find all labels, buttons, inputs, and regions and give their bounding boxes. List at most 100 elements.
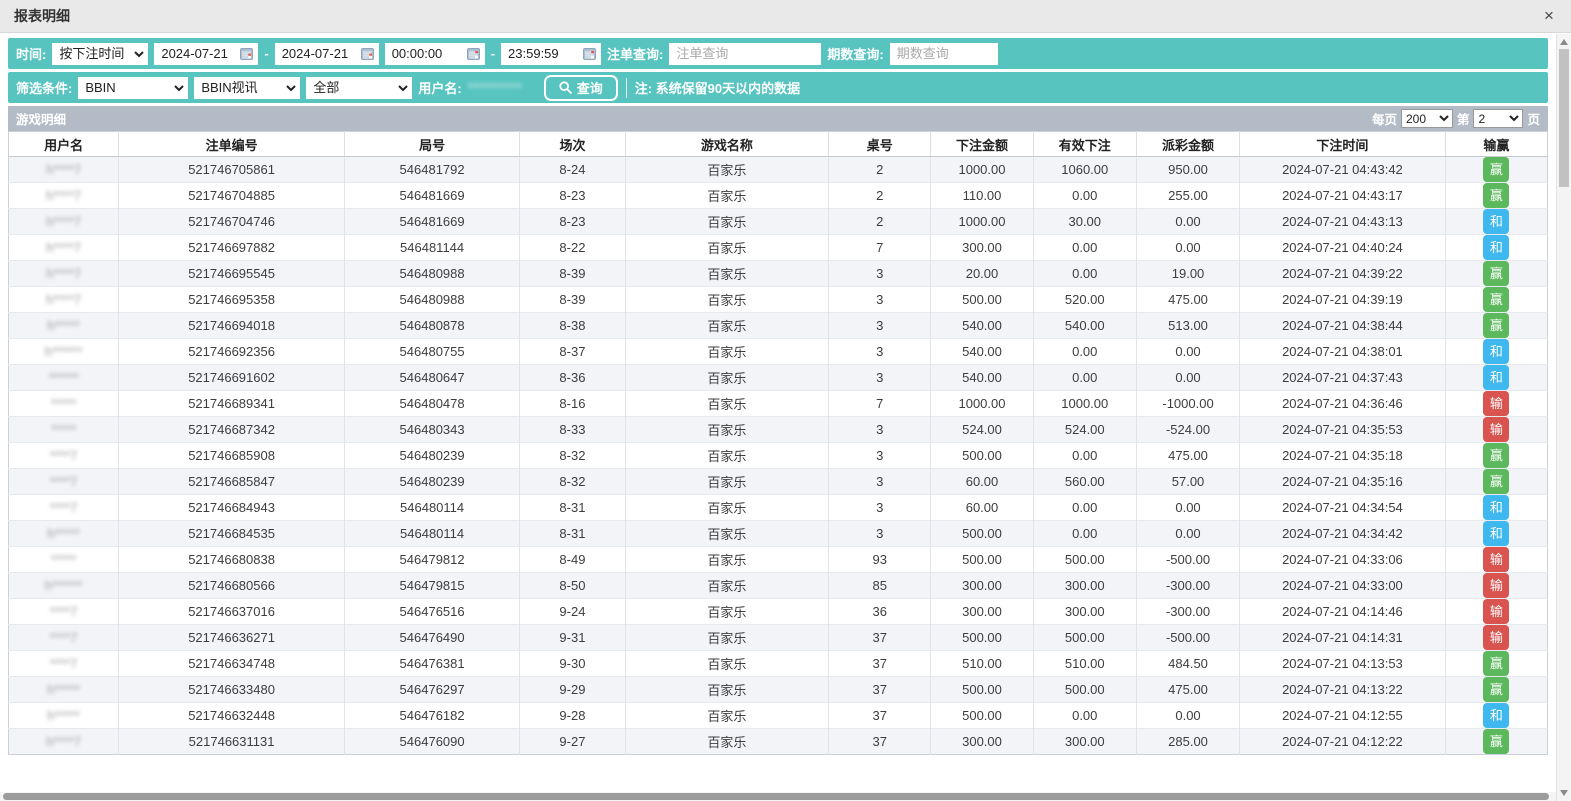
result-badge: 赢: [1483, 261, 1509, 286]
cell-table-number: 3: [829, 287, 931, 313]
col-username: 用户名: [9, 132, 119, 157]
platform-select[interactable]: BBIN: [78, 77, 188, 99]
cell-bet-time: 2024-07-21 04:12:22: [1240, 729, 1446, 755]
vertical-scrollbar[interactable]: [1556, 34, 1571, 801]
cell-game-name: 百家乐: [625, 651, 829, 677]
cell-session: 8-31: [520, 521, 625, 547]
calendar-icon[interactable]: [361, 47, 374, 60]
cell-payout: 285.00: [1136, 729, 1239, 755]
time-from-input[interactable]: [392, 46, 464, 61]
time-label: 时间:: [16, 44, 46, 63]
cell-valid-bet: 0.00: [1033, 521, 1136, 547]
cell-valid-bet: 560.00: [1033, 469, 1136, 495]
vertical-scrollbar-thumb[interactable]: [1559, 49, 1569, 187]
calendar-icon[interactable]: [583, 47, 596, 60]
cell-payout: 475.00: [1136, 677, 1239, 703]
table-row: ****7 521746685847 546480239 8-32 百家乐 3 …: [9, 469, 1548, 495]
horizontal-scrollbar-thumb[interactable]: [3, 793, 1549, 800]
date-to-field[interactable]: [275, 43, 379, 65]
cell-game-name: 百家乐: [625, 157, 829, 183]
date-from-field[interactable]: [154, 43, 258, 65]
cell-username: h****7: [9, 261, 119, 287]
table-row: ****7 521746684943 546480114 8-31 百家乐 3 …: [9, 495, 1548, 521]
date-from-input[interactable]: [161, 46, 237, 61]
time-to-input[interactable]: [508, 46, 580, 61]
date-to-input[interactable]: [282, 46, 358, 61]
cell-bet-number: 521746689341: [119, 391, 345, 417]
bet-query-field[interactable]: [669, 43, 821, 65]
close-icon[interactable]: ×: [1539, 6, 1559, 26]
section-title: 游戏明细: [16, 109, 66, 128]
result-badge: 赢: [1483, 157, 1509, 182]
search-button[interactable]: 查询: [544, 75, 618, 101]
calendar-icon[interactable]: [467, 47, 480, 60]
col-round-number: 局号: [344, 132, 519, 157]
cell-payout: 0.00: [1136, 521, 1239, 547]
cell-valid-bet: 0.00: [1033, 339, 1136, 365]
game-type-select[interactable]: 全部: [306, 77, 412, 99]
cell-session: 8-36: [520, 365, 625, 391]
cell-valid-bet: 0.00: [1033, 183, 1136, 209]
cell-bet-number: 521746684943: [119, 495, 345, 521]
cell-bet-time: 2024-07-21 04:34:54: [1240, 495, 1446, 521]
cell-session: 8-23: [520, 209, 625, 235]
cell-round-number: 546476297: [344, 677, 519, 703]
result-badge: 赢: [1483, 651, 1509, 676]
cell-table-number: 37: [829, 651, 931, 677]
result-badge: 赢: [1483, 729, 1509, 754]
cell-bet-amount: 540.00: [931, 339, 1033, 365]
report-panel: 时间: 按下注时间 - - 注单查询: 期数查询: 筛选条件:: [0, 34, 1556, 792]
time-to-field[interactable]: [501, 43, 601, 65]
cell-valid-bet: 0.00: [1033, 235, 1136, 261]
search-button-label: 查询: [577, 78, 603, 97]
cell-valid-bet: 500.00: [1033, 677, 1136, 703]
page-select[interactable]: 2: [1473, 109, 1523, 128]
cell-payout: 0.00: [1136, 703, 1239, 729]
cell-game-name: 百家乐: [625, 183, 829, 209]
table-header-row: 用户名 注单编号 局号 场次 游戏名称 桌号 下注金额 有效下注 派彩金额 下注…: [9, 132, 1548, 157]
cell-valid-bet: 500.00: [1033, 547, 1136, 573]
period-query-input[interactable]: [897, 46, 993, 61]
time-from-field[interactable]: [385, 43, 485, 65]
per-page-select[interactable]: 200: [1401, 109, 1453, 128]
category-select[interactable]: BBIN视讯: [194, 77, 300, 99]
scroll-up-arrow-icon[interactable]: [1560, 39, 1568, 45]
cell-game-name: 百家乐: [625, 573, 829, 599]
cell-payout: -300.00: [1136, 599, 1239, 625]
cell-bet-amount: 500.00: [931, 703, 1033, 729]
horizontal-scrollbar[interactable]: [0, 792, 1556, 801]
calendar-icon[interactable]: [240, 47, 253, 60]
scroll-down-arrow-icon[interactable]: [1560, 790, 1568, 796]
cell-bet-number: 521746636271: [119, 625, 345, 651]
cell-bet-number: 521746637016: [119, 599, 345, 625]
retention-note: 注: 系统保留90天以内的数据: [635, 78, 800, 97]
cell-table-number: 3: [829, 261, 931, 287]
table-row: h****** 521746692356 546480755 8-37 百家乐 …: [9, 339, 1548, 365]
cell-bet-amount: 500.00: [931, 677, 1033, 703]
cell-table-number: 3: [829, 339, 931, 365]
cell-bet-amount: 510.00: [931, 651, 1033, 677]
cell-bet-time: 2024-07-21 04:12:55: [1240, 703, 1446, 729]
cell-valid-bet: 300.00: [1033, 599, 1136, 625]
time-type-select[interactable]: 按下注时间: [52, 43, 148, 65]
cell-bet-amount: 540.00: [931, 365, 1033, 391]
section-bar: 游戏明细 每页 200 第 2 页: [8, 106, 1548, 131]
cell-username: ****7: [9, 469, 119, 495]
cell-session: 9-31: [520, 625, 625, 651]
cell-table-number: 3: [829, 443, 931, 469]
cell-bet-time: 2024-07-21 04:39:19: [1240, 287, 1446, 313]
cell-win-loss: 输: [1445, 417, 1547, 443]
cell-bet-time: 2024-07-21 04:14:46: [1240, 599, 1446, 625]
cell-username: h****7: [9, 157, 119, 183]
cell-username: *****: [9, 547, 119, 573]
cell-game-name: 百家乐: [625, 521, 829, 547]
cell-bet-time: 2024-07-21 04:35:53: [1240, 417, 1446, 443]
cell-bet-number: 521746685908: [119, 443, 345, 469]
cell-bet-number: 521746704746: [119, 209, 345, 235]
cell-bet-amount: 500.00: [931, 443, 1033, 469]
table-row: h***** 521746684535 546480114 8-31 百家乐 3…: [9, 521, 1548, 547]
bet-query-input[interactable]: [676, 46, 816, 61]
period-query-field[interactable]: [890, 43, 998, 65]
cell-game-name: 百家乐: [625, 677, 829, 703]
cell-payout: 0.00: [1136, 209, 1239, 235]
